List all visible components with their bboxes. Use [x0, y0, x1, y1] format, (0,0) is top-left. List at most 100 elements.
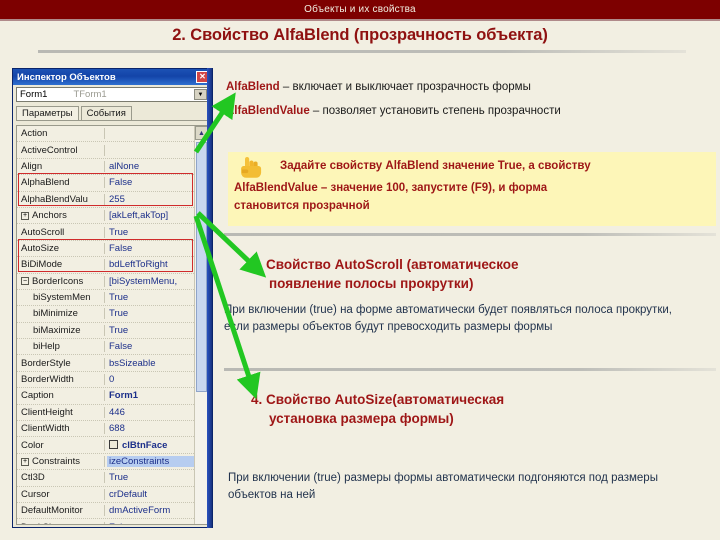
- property-name-text: BorderIcons: [32, 275, 84, 287]
- property-row[interactable]: DefaultMonitor dmActiveForm: [17, 503, 194, 520]
- section4-heading-line1: 4. Свойство AutoSize(автоматическая: [251, 392, 505, 407]
- section4-body: При включении (true) размеры формы автом…: [228, 472, 658, 501]
- property-row[interactable]: AlphaBlendValu 255: [17, 192, 194, 208]
- property-row[interactable]: Color clBtnFace: [17, 437, 194, 454]
- scrollbar-thumb[interactable]: [196, 142, 207, 392]
- property-value[interactable]: izeConstraints: [107, 456, 194, 467]
- divider-above-section3: [224, 233, 716, 236]
- property-name-text: Ctl3D: [21, 472, 45, 484]
- expand-icon[interactable]: +: [21, 457, 29, 466]
- property-value[interactable]: True: [105, 227, 194, 238]
- property-row[interactable]: AutoSize False: [17, 241, 194, 258]
- property-row[interactable]: AlphaBlend False: [17, 175, 194, 192]
- property-name-text: AutoScroll: [21, 226, 65, 238]
- property-row[interactable]: biMinimize True: [17, 306, 194, 323]
- chevron-down-icon[interactable]: ▼: [194, 89, 207, 100]
- property-row[interactable]: ClientWidth 688: [17, 421, 194, 438]
- property-name-text: ActiveControl: [21, 144, 78, 156]
- tab-events[interactable]: События: [80, 106, 132, 120]
- property-name: ClientHeight: [17, 406, 105, 418]
- divider-under-title: [38, 50, 686, 53]
- property-value[interactable]: True: [105, 292, 194, 303]
- collapse-icon[interactable]: −: [21, 277, 29, 286]
- property-row[interactable]: BorderStyle bsSizeable: [17, 355, 194, 372]
- property-name-text: AutoSize: [21, 242, 60, 254]
- property-row[interactable]: BiDiMode bdLeftToRight: [17, 257, 194, 274]
- section4-heading: 4. Свойство AutoSize(автоматическая уста…: [251, 390, 671, 428]
- property-name-text: Constraints: [32, 456, 81, 467]
- property-row[interactable]: biSystemMen True: [17, 290, 194, 307]
- property-name-text: ClientHeight: [21, 406, 73, 418]
- property-value[interactable]: clBtnFace: [105, 439, 194, 451]
- property-row[interactable]: Caption Form1: [17, 388, 194, 405]
- property-row[interactable]: + Constraints izeConstraints: [17, 454, 194, 471]
- property-value[interactable]: True: [105, 325, 194, 336]
- property-row[interactable]: Ctl3D True: [17, 470, 194, 487]
- property-name-text: AlphaBlendValu: [21, 193, 88, 205]
- property-value[interactable]: False: [105, 243, 194, 254]
- property-value[interactable]: Form1: [105, 390, 194, 401]
- property-value[interactable]: [akLeft,akTop]: [105, 210, 194, 221]
- property-value[interactable]: True: [105, 472, 194, 483]
- note-line-3: становится прозрачной: [234, 200, 370, 212]
- property-row[interactable]: Cursor crDefault: [17, 487, 194, 503]
- property-value[interactable]: bsSizeable: [105, 358, 194, 369]
- property-name: DefaultMonitor: [17, 505, 105, 517]
- inspector-tabs: Параметры События: [16, 105, 209, 121]
- section3-body: При включении (true) на форме автоматиче…: [224, 304, 672, 333]
- property-row[interactable]: Action: [17, 126, 194, 143]
- note-callout: Задайте свойству AlfaBlend значение True…: [228, 152, 716, 226]
- property-value[interactable]: alNone: [105, 161, 194, 172]
- app-banner: Объекты и их свойства: [0, 0, 720, 19]
- page-title: 2. Свойство AlfaBlend (прозрачность объе…: [172, 26, 548, 44]
- property-name: Color: [17, 439, 105, 451]
- property-row[interactable]: ClientHeight 446: [17, 405, 194, 422]
- property-value[interactable]: 0: [105, 374, 194, 385]
- property-name: ActiveControl: [17, 144, 105, 156]
- property-rows: Action ActiveControl Align alNone AlphaBlend…: [17, 126, 194, 524]
- property-value[interactable]: False: [105, 341, 194, 352]
- property-value[interactable]: True: [105, 308, 194, 319]
- section4-heading-line2: установка размера формы): [269, 411, 454, 426]
- property-row[interactable]: biMaximize True: [17, 323, 194, 340]
- property-row[interactable]: + Anchors [akLeft,akTop]: [17, 208, 194, 225]
- property-value[interactable]: bdLeftToRight: [105, 259, 194, 270]
- property-row[interactable]: AutoScroll True: [17, 224, 194, 241]
- property-row[interactable]: BorderWidth 0: [17, 372, 194, 389]
- property-value[interactable]: 255: [105, 194, 194, 205]
- section3-heading: 3. Свойство AutoScroll (автоматическое п…: [251, 255, 671, 293]
- property-name: AlphaBlend: [17, 177, 105, 189]
- property-row[interactable]: DockSite False: [17, 519, 194, 524]
- section3-heading-line2: появление полосы прокрутки): [269, 276, 474, 291]
- property-scrollbar[interactable]: ▲: [194, 126, 208, 524]
- property-name-text: biMaximize: [33, 324, 81, 336]
- combo-arrow-glyph: ▼: [197, 91, 204, 98]
- property-value[interactable]: False: [105, 177, 194, 188]
- property-row[interactable]: − BorderIcons [biSystemMenu,: [17, 274, 194, 290]
- property-name: AlphaBlendValu: [17, 193, 105, 205]
- object-selector-combo[interactable]: Form1 TForm1 ▼: [16, 87, 209, 102]
- property-row[interactable]: Align alNone: [17, 159, 194, 176]
- property-value[interactable]: 446: [105, 407, 194, 418]
- property-row[interactable]: biHelp False: [17, 339, 194, 356]
- property-value[interactable]: dmActiveForm: [105, 505, 194, 516]
- tab-properties[interactable]: Параметры: [16, 106, 79, 120]
- property-name: + Constraints: [17, 456, 105, 467]
- inspector-titlebar[interactable]: Инспектор Объектов ✕: [13, 69, 212, 85]
- property-value[interactable]: False: [105, 522, 194, 524]
- property-name: biMinimize: [17, 308, 105, 320]
- property-value[interactable]: 688: [105, 423, 194, 434]
- property-name-text: AlphaBlend: [21, 177, 70, 189]
- property-name-text: BiDiMode: [21, 259, 63, 271]
- property-value[interactable]: crDefault: [105, 489, 194, 500]
- note-line-2: AlfaBlendValue – значение 100, запустите…: [234, 182, 548, 194]
- property-name-text: BorderStyle: [21, 357, 71, 369]
- property-name: BiDiMode: [17, 259, 105, 271]
- expand-icon[interactable]: +: [21, 211, 29, 220]
- property-value[interactable]: [biSystemMenu,: [105, 276, 194, 287]
- property-name: DockSite: [17, 521, 105, 524]
- alfablendvalue-description-1: AlfaBlendValue – позволяет установить ст…: [226, 105, 561, 117]
- property-name: Cursor: [17, 488, 105, 500]
- property-row[interactable]: ActiveControl: [17, 142, 194, 159]
- property-name-text: biHelp: [33, 341, 60, 353]
